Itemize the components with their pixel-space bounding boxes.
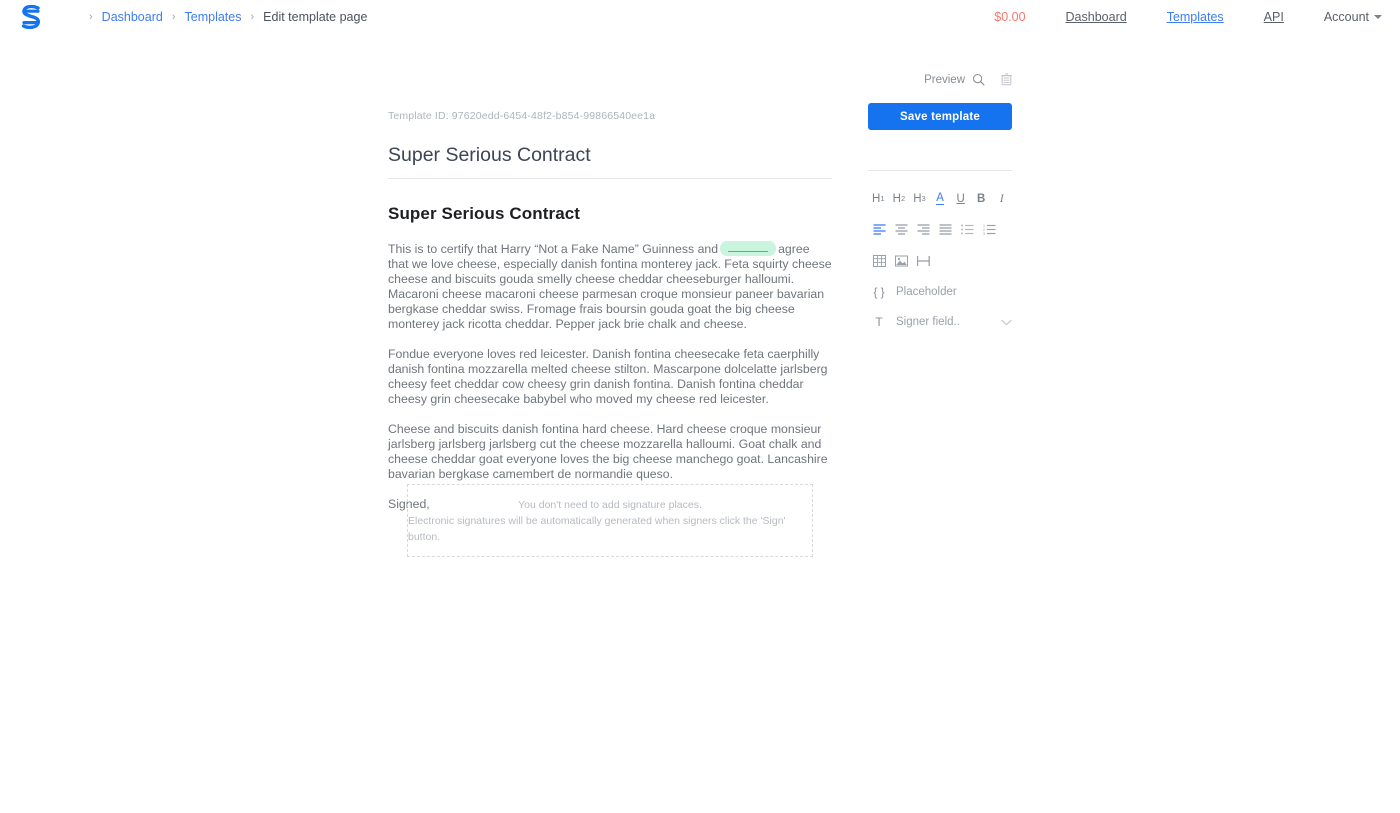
panel-actions: Preview xyxy=(868,70,1012,89)
nav-item-api[interactable]: API xyxy=(1264,10,1284,24)
insert-horizontal-rule-button[interactable] xyxy=(912,252,934,269)
breadcrumb-separator: › xyxy=(171,10,176,23)
breadcrumb-separator: › xyxy=(250,10,255,23)
toolbar-row-alignment: 1 2 3 xyxy=(868,221,1012,238)
signature-hint-line-1: You don't need to add signature places. xyxy=(518,498,702,511)
heading-1-button[interactable]: H1 xyxy=(868,190,889,207)
editor-side-panel: Preview Save template H1 H 2 H 3 A U B I… xyxy=(868,70,1012,329)
inline-placeholder-field[interactable] xyxy=(720,241,777,256)
braces-icon: { } xyxy=(873,285,885,299)
signer-field-dropdown[interactable]: T Signer field.. xyxy=(868,315,1012,329)
nav-item-dashboard[interactable]: Dashboard xyxy=(1066,10,1127,24)
heading-3-button[interactable]: H3 xyxy=(909,190,930,207)
heading-2-superscript: 2 xyxy=(900,194,906,203)
breadcrumb-item-current: Edit template page xyxy=(263,9,368,24)
insert-table-button[interactable] xyxy=(868,252,890,269)
rich-text-toolbar: H1 H2 H3 A U B I 1 2 3 xyxy=(868,190,1012,269)
nav-item-account[interactable]: Account xyxy=(1324,10,1382,24)
trash-icon[interactable] xyxy=(1001,73,1012,86)
breadcrumb: › Dashboard › Templates › Edit template … xyxy=(80,10,367,24)
preview-button[interactable]: Preview xyxy=(924,73,985,86)
svg-text:3: 3 xyxy=(983,232,985,235)
text-color-button[interactable]: A xyxy=(930,190,951,207)
preview-label: Preview xyxy=(924,73,965,86)
toolbar-row-insert xyxy=(868,252,1012,269)
heading-3-superscript: 3 xyxy=(921,194,926,203)
heading-2-button[interactable]: H2 xyxy=(889,190,910,207)
insert-image-button[interactable] xyxy=(890,252,912,269)
save-template-button[interactable]: Save template xyxy=(868,103,1012,130)
heading-1-superscript: 1 xyxy=(880,194,885,203)
breadcrumb-item-dashboard[interactable]: Dashboard xyxy=(102,10,163,24)
align-right-button[interactable] xyxy=(912,221,934,238)
underline-button[interactable]: U xyxy=(950,190,971,207)
bold-button[interactable]: B xyxy=(971,190,992,207)
nav-item-templates[interactable]: Templates xyxy=(1167,10,1224,24)
insert-placeholder-option[interactable]: { } Placeholder xyxy=(868,285,1012,299)
document-paragraph-3: Cheese and biscuits danish fontina hard … xyxy=(388,422,828,481)
text-field-icon: T xyxy=(875,315,883,329)
logo-s-icon[interactable] xyxy=(18,4,44,30)
align-justify-button[interactable] xyxy=(934,221,956,238)
chevron-down-icon xyxy=(1001,319,1012,326)
numbered-list-button[interactable]: 1 2 3 xyxy=(978,221,1000,238)
breadcrumb-item-templates[interactable]: Templates xyxy=(185,10,242,24)
panel-divider xyxy=(868,170,1012,171)
document-body[interactable]: Super Serious Contract This is to certif… xyxy=(388,204,832,512)
bullet-list-button[interactable] xyxy=(956,221,978,238)
template-id-label: Template ID: 97620edd-6454-48f2-b854-998… xyxy=(388,110,656,122)
align-left-button[interactable] xyxy=(868,221,890,238)
document-paragraph-1: This is to certify that Harry “Not a Fak… xyxy=(388,241,832,332)
align-center-button[interactable] xyxy=(890,221,912,238)
signer-field-label: Signer field.. xyxy=(896,316,960,328)
signature-hint-line-2: Electronic signatures will be automatica… xyxy=(408,514,786,543)
magnifier-icon xyxy=(972,73,985,86)
chevron-down-icon xyxy=(1374,15,1382,20)
toolbar-row-text-styles: H1 H2 H3 A U B I xyxy=(868,190,1012,207)
placeholder-option-label: Placeholder xyxy=(896,286,957,298)
document-paragraph-2: Fondue everyone loves red leicester. Dan… xyxy=(388,347,828,406)
document-heading: Super Serious Contract xyxy=(388,204,581,223)
paragraph-1-before-placeholder: This is to certify that Harry “Not a Fak… xyxy=(388,242,719,256)
document-editor: Template ID: 97620edd-6454-48f2-b854-998… xyxy=(388,110,832,512)
top-bar: › Dashboard › Templates › Edit template … xyxy=(0,0,1400,33)
signature-placeholder-box: You don't need to add signature places. … xyxy=(407,484,813,557)
italic-button[interactable]: I xyxy=(991,190,1012,207)
template-title-input[interactable]: Super Serious Contract xyxy=(388,144,832,179)
nav-item-account-label: Account xyxy=(1323,9,1369,24)
breadcrumb-separator: › xyxy=(89,10,93,23)
account-balance: $0.00 xyxy=(994,9,1026,24)
top-navigation: $0.00 Dashboard Templates API Account xyxy=(994,0,1382,33)
